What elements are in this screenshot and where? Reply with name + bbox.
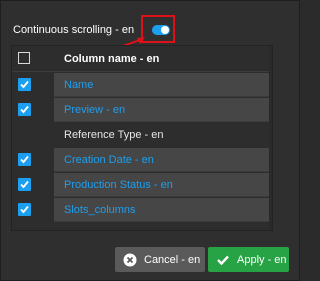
select-all-checkbox[interactable] (18, 52, 30, 64)
check-icon (20, 205, 29, 214)
continuous-scrolling-toggle[interactable] (152, 25, 170, 35)
checkmark-icon (216, 253, 230, 267)
row-checkbox[interactable] (18, 203, 31, 216)
table-row[interactable]: Production Status - en (12, 172, 274, 197)
column-settings-panel: Continuous scrolling - en Column name - … (0, 0, 300, 281)
check-icon (20, 105, 29, 114)
cancel-label: Cancel - en (144, 253, 201, 266)
row-label: Reference Type - en (64, 129, 164, 141)
table-row[interactable]: Slots_columns (12, 197, 274, 222)
row-label: Production Status - en (64, 179, 173, 191)
apply-label: Apply - en (237, 253, 287, 266)
columns-table-header: Column name - en (12, 46, 272, 72)
check-icon (20, 180, 29, 189)
column-name-header: Column name - en (64, 53, 160, 65)
row-checkbox[interactable] (18, 78, 31, 91)
toggle-knob (161, 26, 169, 34)
close-circle-icon (123, 253, 137, 267)
row-checkbox[interactable] (18, 153, 31, 166)
apply-button[interactable]: Apply - en (208, 247, 289, 272)
columns-table: Column name - en Name Preview - en Refer… (11, 45, 273, 231)
table-scrollbar[interactable] (269, 46, 272, 230)
cancel-button[interactable]: Cancel - en (115, 247, 205, 272)
row-checkbox[interactable] (18, 103, 31, 116)
row-label: Slots_columns (64, 204, 136, 216)
table-row: Reference Type - en (12, 122, 274, 147)
check-icon (20, 155, 29, 164)
table-row[interactable]: Creation Date - en (12, 147, 274, 172)
table-row[interactable]: Name (12, 72, 274, 97)
row-checkbox[interactable] (18, 178, 31, 191)
row-label: Creation Date - en (64, 154, 154, 166)
table-row[interactable]: Preview - en (12, 97, 274, 122)
row-label: Name (64, 79, 94, 91)
check-icon (20, 80, 29, 89)
row-label: Preview - en (64, 104, 126, 116)
